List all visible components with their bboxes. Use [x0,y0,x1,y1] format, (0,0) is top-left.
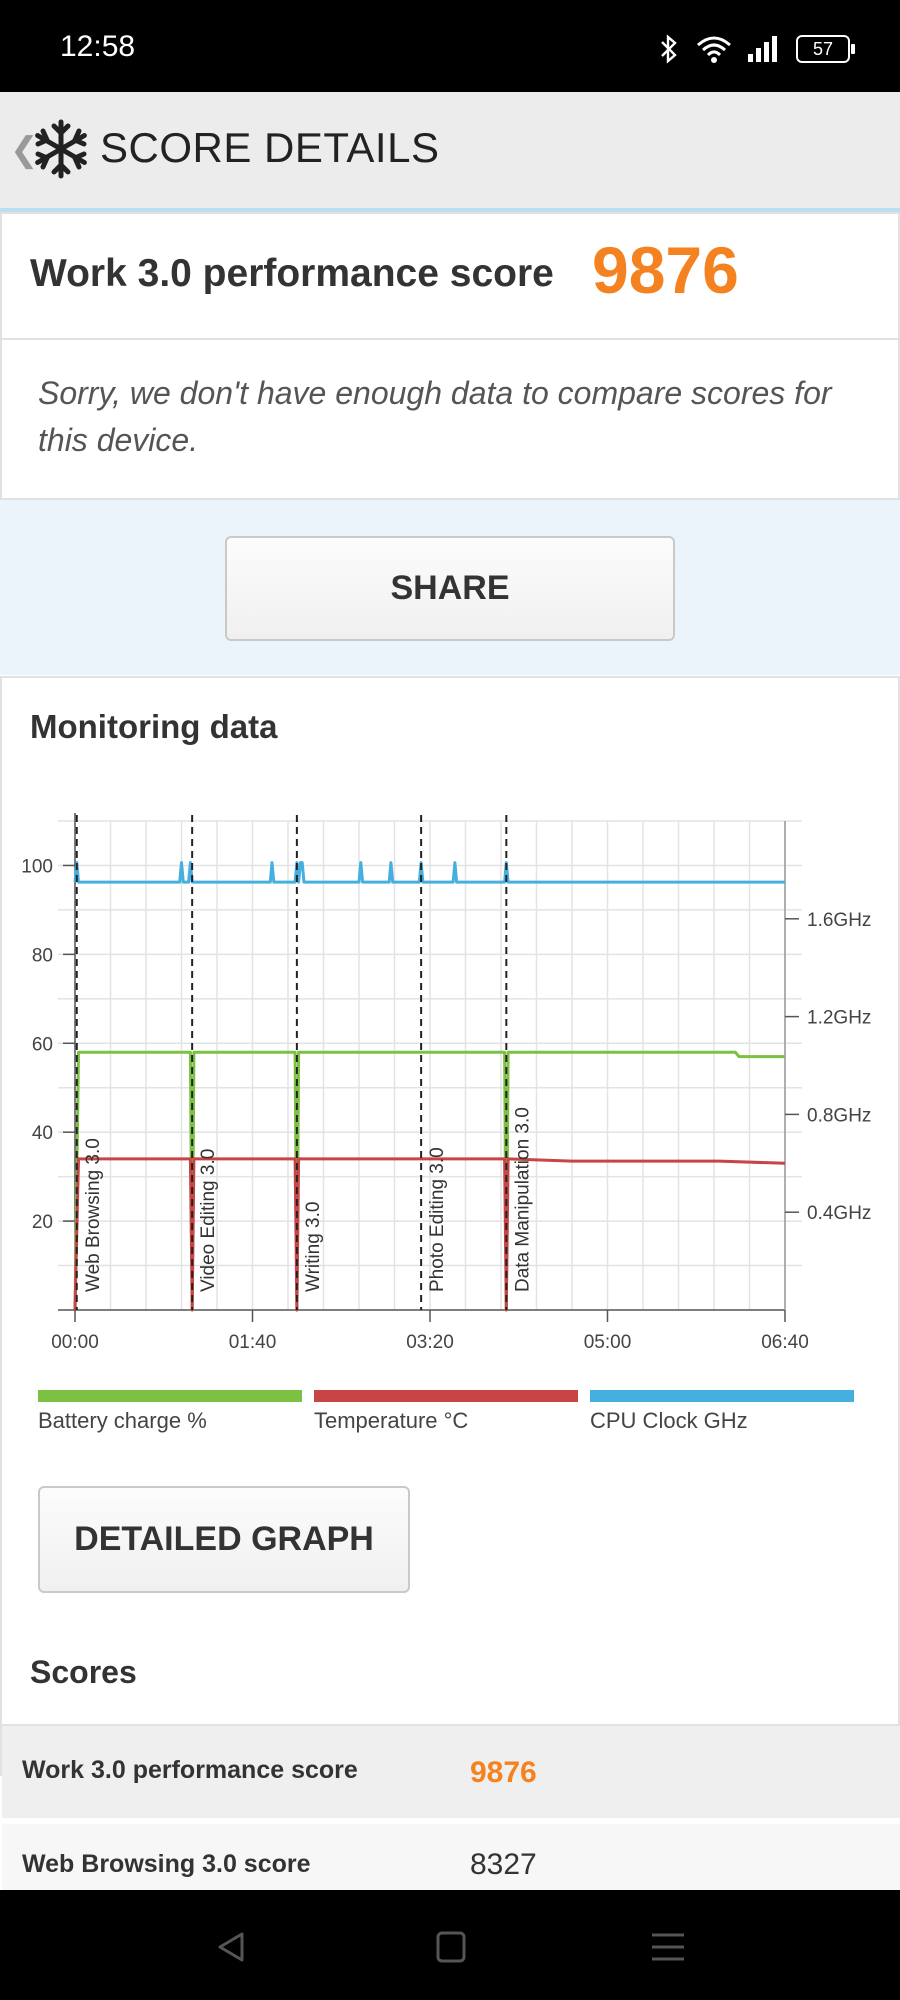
y-tick-label: 40 [32,1123,53,1144]
monitoring-card: 20 40 60 80 100 0.4GHz 0.8GHz 1.2GHz 1.6GHz 00:00… [0,776,900,1916]
legend-battery: Battery charge % [38,1390,302,1434]
legend-battery-swatch [38,1390,302,1402]
score-row-name: Work 3.0 performance score [22,1756,358,1784]
detailed-graph-button[interactable]: DETAILED GRAPH [38,1486,410,1593]
page-title: SCORE DETAILS [100,124,440,171]
legend-temperature-swatch [314,1390,578,1402]
monitoring-chart: 20 40 60 80 100 0.4GHz 0.8GHz 1.2GHz 1.6GHz 00:00… [21,813,871,1353]
score-header: Work 3.0 performance score 9876 [0,212,900,340]
app-bar: ❮ SCORE DETAILS [0,92,900,212]
monitoring-header: Monitoring data [0,676,900,778]
legend-temperature-label: Temperature °C [314,1408,469,1433]
share-button[interactable]: SHARE [225,536,675,641]
y2-tick-label: 0.4GHz [807,1203,871,1224]
y2-tick-label: 1.6GHz [807,910,871,931]
test-marker-label: Data Manipulation 3.0 [512,1107,533,1292]
y-tick-label: 80 [32,945,53,966]
monitoring-title: Monitoring data [30,708,278,745]
status-time: 12:58 [60,30,136,63]
share-area: SHARE [0,500,900,675]
nav-home-icon[interactable] [431,1930,471,1964]
wifi-icon [697,36,731,63]
notice-text: Sorry, we don't have enough data to comp… [38,375,832,458]
nav-back-icon[interactable] [212,1930,252,1964]
legend-battery-label: Battery charge % [38,1408,207,1433]
legend-temperature: Temperature °C [314,1390,578,1434]
navigation-bar [0,1890,900,2000]
x-tick-label: 06:40 [761,1332,809,1353]
score-row-name: Web Browsing 3.0 score [22,1850,311,1878]
x-tick-label: 00:00 [51,1332,99,1353]
x-tick-label: 01:40 [229,1332,277,1353]
score-row-value: 8327 [470,1848,537,1881]
x-tick-label: 03:20 [406,1332,454,1353]
legend-cpu-swatch [590,1390,854,1402]
test-marker-label: Writing 3.0 [303,1202,324,1292]
score-value: 9876 [592,233,739,307]
status-bar: 12:58 57 [0,0,900,92]
scores-title: Scores [30,1654,137,1690]
score-row: Work 3.0 performance score 9876 [2,1726,900,1818]
test-marker-label: Web Browsing 3.0 [83,1138,104,1292]
signal-icon [748,36,777,62]
score-row-value: 9876 [470,1756,537,1789]
y-tick-label: 60 [32,1034,53,1055]
y-tick-label: 20 [32,1212,53,1233]
y-tick-label: 100 [21,856,53,877]
test-marker-label: Photo Editing 3.0 [427,1147,448,1292]
legend-cpu: CPU Clock GHz [590,1390,854,1434]
status-icons: 57 [656,34,855,64]
snowflake-icon [35,119,87,179]
nav-menu-icon[interactable] [648,1930,688,1964]
legend-cpu-label: CPU Clock GHz [590,1408,748,1433]
comparison-notice: Sorry, we don't have enough data to comp… [0,338,900,500]
score-label: Work 3.0 performance score [30,252,554,295]
y2-tick-label: 1.2GHz [807,1008,871,1029]
bluetooth-icon [661,34,677,64]
test-marker-label: Video Editing 3.0 [198,1149,219,1292]
y2-tick-label: 0.8GHz [807,1105,871,1126]
battery-indicator: 57 [796,35,855,63]
x-tick-label: 05:00 [584,1332,632,1353]
